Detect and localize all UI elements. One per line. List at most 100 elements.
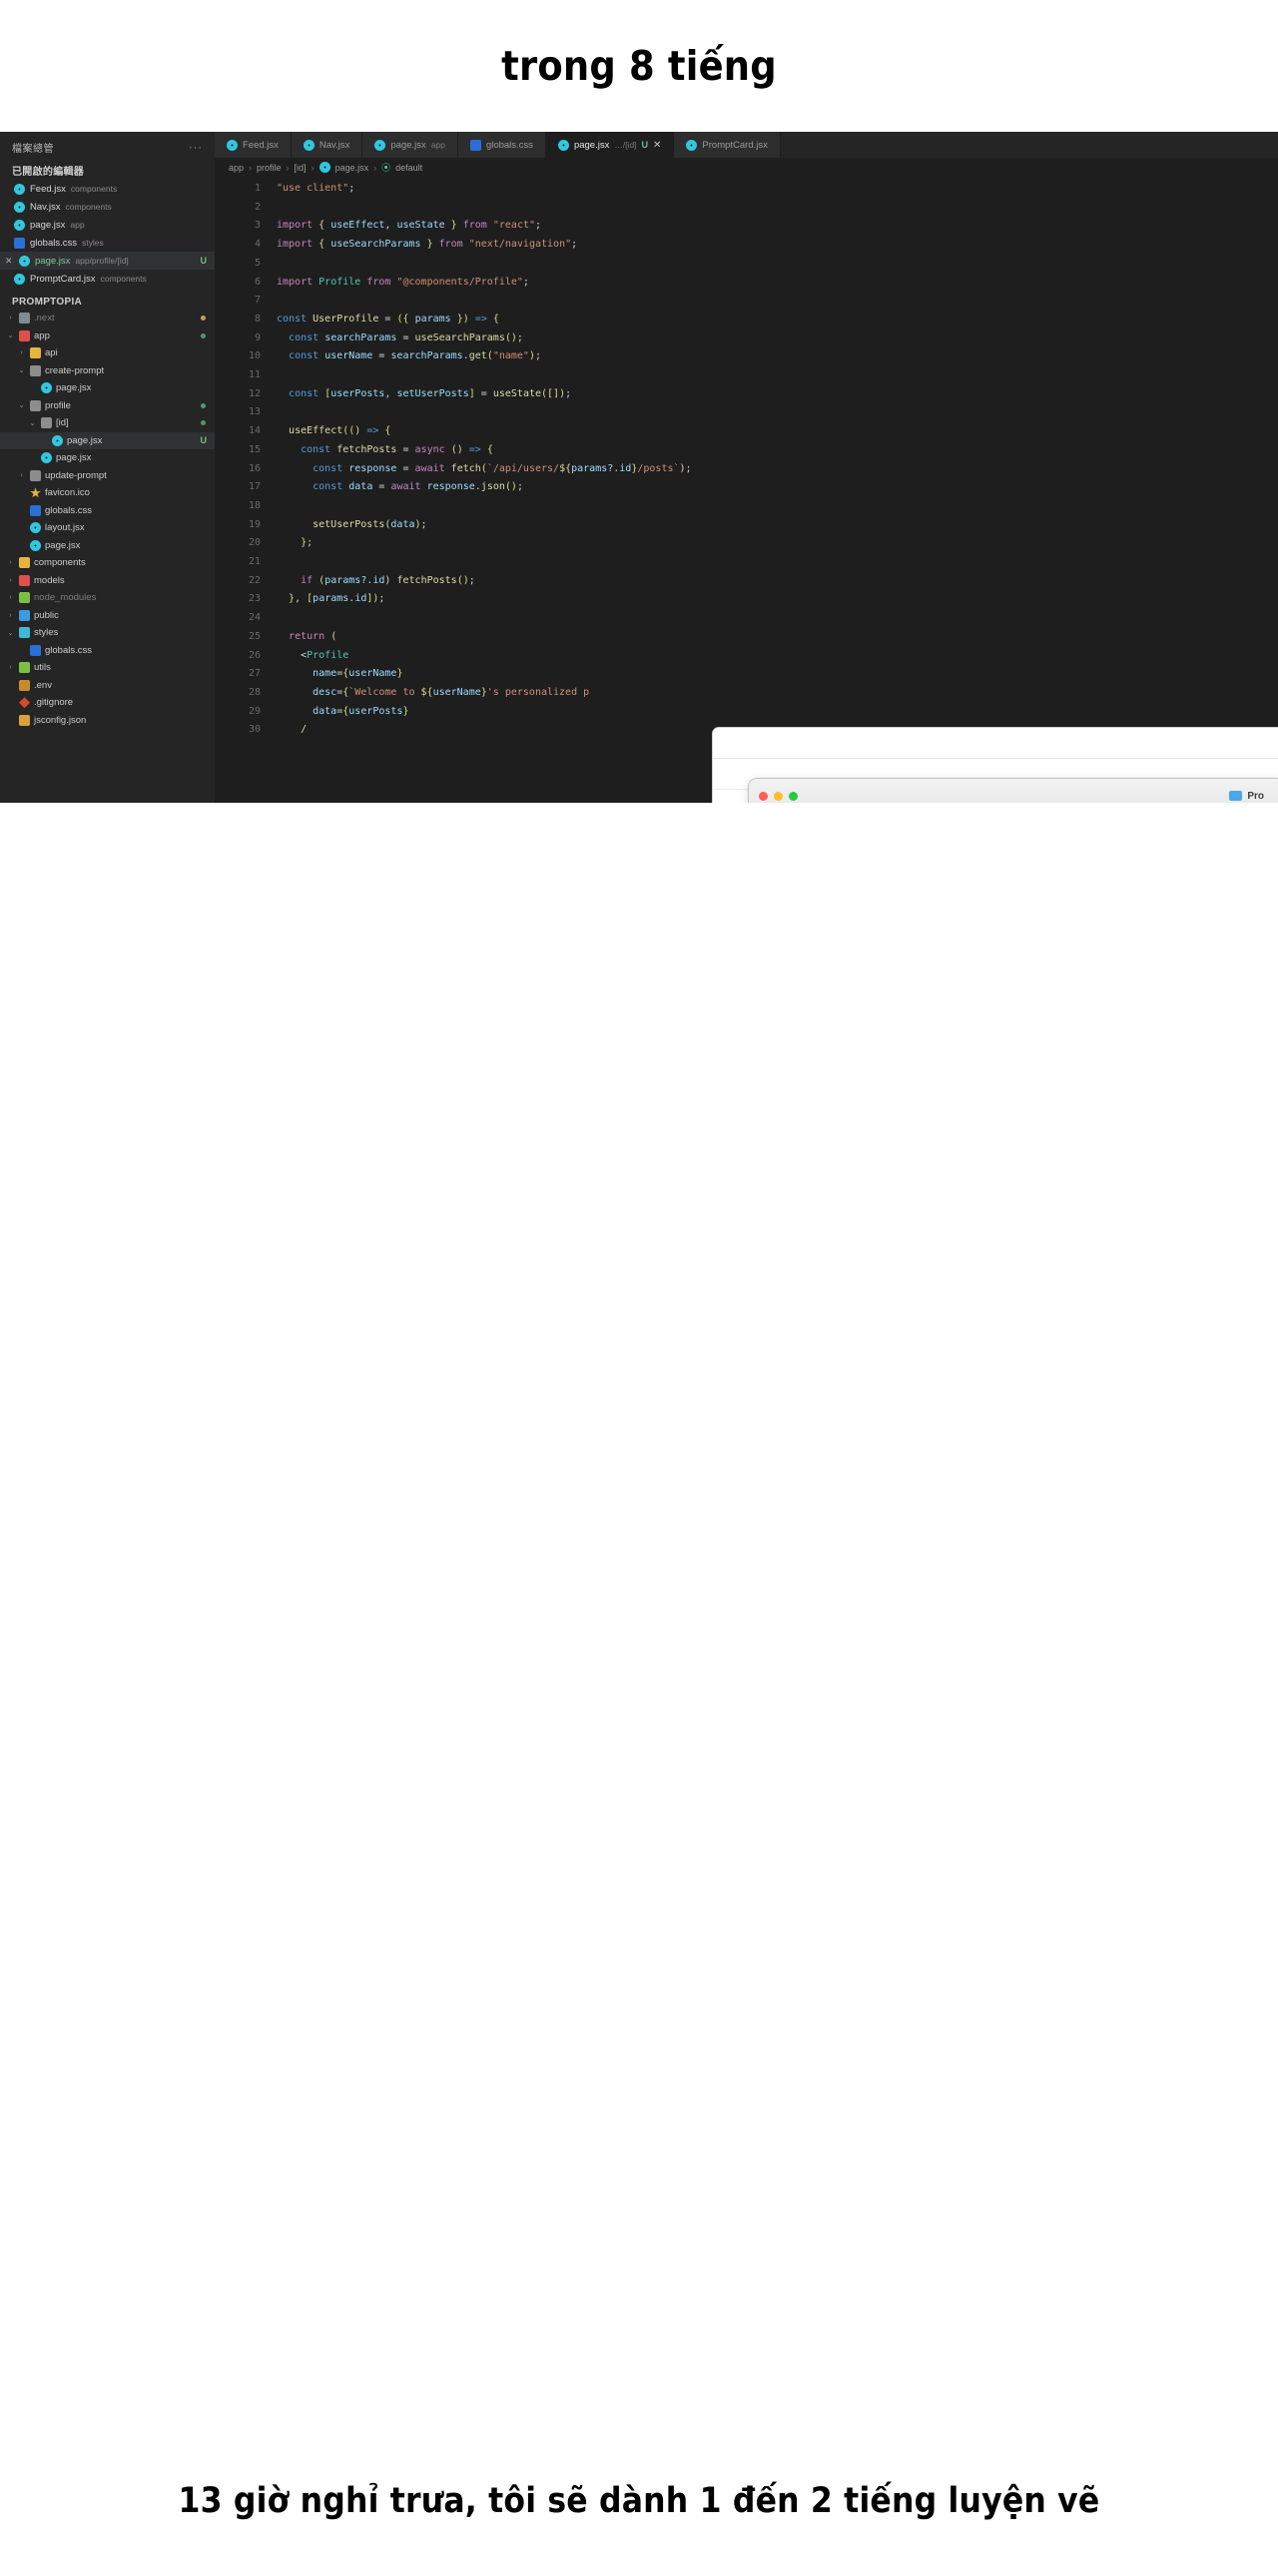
breadcrumb-segment-2[interactable]: [id] [295,163,307,173]
open-editor-item-5[interactable]: PromptCard.jsx components [0,270,215,288]
open-editor-item-2[interactable]: page.jsx app [0,216,215,234]
chevron-icon[interactable]: › [6,594,15,601]
tree-item-14[interactable]: › components [0,554,215,572]
tab-list[interactable]: Feed.jsx Nav.jsx page.jsx app globals.css pag… [215,132,781,158]
chevron-icon[interactable]: ⌄ [6,331,15,339]
code-text[interactable]: const data = await response.json(); [277,478,523,497]
zoom-button[interactable] [789,791,798,801]
breadcrumb-segment-4[interactable]: default [395,163,422,173]
chevron-icon[interactable]: ⌄ [17,401,26,409]
folder-red-icon [19,329,30,341]
code-text[interactable]: desc={`Welcome to ${userName}'s personal… [277,684,589,703]
code-text[interactable]: if (params?.id) fetchPosts(); [277,572,475,591]
open-editor-item-3[interactable]: globals.css styles [0,234,215,252]
breadcrumb-segment-3[interactable]: page.jsx [335,163,369,173]
code-text[interactable]: const fetchPosts = async () => { [277,441,493,460]
chevron-icon[interactable]: ⌄ [17,366,26,374]
chevron-icon[interactable]: ⌄ [28,419,37,427]
code-text[interactable]: return ( [277,628,336,647]
window-traffic-lights[interactable] [759,791,798,801]
repo-label[interactable]: Pro [1229,791,1264,802]
close-icon[interactable]: ✕ [653,140,661,151]
code-text[interactable]: import { useEffect, useState } from "rea… [277,217,541,236]
tree-item-6[interactable]: ⌄ [id] [0,414,215,432]
code-text[interactable]: const response = await fetch(`/api/users… [277,460,691,479]
open-editor-item-1[interactable]: Nav.jsx components [0,198,215,216]
code-text[interactable]: <Profile [277,647,348,666]
tree-item-19[interactable]: globals.css [0,642,215,660]
tree-item-7[interactable]: page.jsx U [0,431,215,449]
tree-item-2[interactable]: › api [0,344,215,362]
breadcrumb-separator: › [286,162,290,173]
editor-tab-5[interactable]: PromptCard.jsx [674,132,781,158]
code-text[interactable]: }, [params.id]); [277,590,384,609]
tree-item-21[interactable]: .env [0,677,215,695]
open-editor-item-4[interactable]: ✕ page.jsx app/profile/[id] U [0,252,215,270]
close-icon[interactable]: ✕ [5,256,14,267]
editor-tab-3[interactable]: globals.css [457,132,546,158]
breadcrumb[interactable]: app › profile › [id] › page.jsx › ⦿ default [215,158,1278,177]
tree-item-15[interactable]: › models [0,572,215,590]
tree-item-23[interactable]: jsconfig.json [0,712,215,730]
line-number: 3 [254,220,261,232]
fork-git-window[interactable]: Pro Commit Pull [749,779,1278,803]
tree-item-10[interactable]: favicon.ico [0,484,215,502]
code-editor[interactable]: 1 "use client"; 2 3 import { useEffect, useS… [215,177,1278,740]
tree-item-20[interactable]: › utils [0,659,215,677]
more-actions-icon[interactable]: ··· [189,142,203,154]
editor-tab-2[interactable]: page.jsx app [362,132,458,158]
browser-tab-strip[interactable] [713,728,1278,759]
code-text[interactable]: setUserPosts(data); [277,516,426,535]
tree-item-17[interactable]: › public [0,607,215,625]
chevron-icon[interactable]: › [6,664,15,671]
open-editors-title[interactable]: 已開啟的編輯器 [0,161,215,180]
tree-item-3[interactable]: ⌄ create-prompt [0,362,215,380]
line-number: 13 [248,406,261,418]
code-text[interactable]: data={userPosts} [277,703,408,722]
tree-item-16[interactable]: › node_modules [0,589,215,607]
fork-titlebar[interactable]: Pro [749,779,1278,803]
file-tree[interactable]: › .next ⌄ app › api ⌄ create-prompt page.jsx ⌄ pro… [0,310,215,729]
tree-item-22[interactable]: .gitignore [0,694,215,712]
code-text[interactable]: }; [277,534,313,553]
tree-item-13[interactable]: page.jsx [0,537,215,555]
breadcrumb-segment-0[interactable]: app [229,163,244,173]
tree-item-1[interactable]: ⌄ app [0,327,215,345]
chevron-icon[interactable]: › [17,349,26,356]
open-editor-item-0[interactable]: Feed.jsx components [0,180,215,198]
tree-item-5[interactable]: ⌄ profile [0,397,215,415]
breadcrumb-segment-1[interactable]: profile [257,163,282,173]
code-text[interactable]: const userName = searchParams.get("name"… [277,347,541,366]
tree-item-0[interactable]: › .next [0,310,215,327]
code-text[interactable]: import Profile from "@components/Profile… [277,274,529,293]
code-text[interactable]: / [277,721,307,740]
code-text[interactable]: "use client"; [277,180,354,199]
tree-item-11[interactable]: globals.css [0,502,215,520]
code-text[interactable]: import { useSearchParams } from "next/na… [277,236,577,255]
code-text[interactable]: useEffect(() => { [277,422,390,441]
chevron-icon[interactable]: › [6,559,15,566]
code-text[interactable]: const UserProfile = ({ params }) => { [277,311,499,329]
vscode-sidebar[interactable]: 檔案總管 ··· 已開啟的編輯器 Feed.jsx components Nav.j… [0,132,215,803]
tree-item-18[interactable]: ⌄ styles [0,624,215,642]
editor-tab-0[interactable]: Feed.jsx [215,132,292,158]
project-title[interactable]: PROMPTOPIA [0,288,215,310]
chevron-icon[interactable]: › [17,472,26,479]
tree-item-4[interactable]: page.jsx [0,379,215,397]
editor-tab-1[interactable]: Nav.jsx [291,132,363,158]
editor-tab-bar[interactable]: Feed.jsx Nav.jsx page.jsx app globals.css pag… [215,132,1278,158]
editor-tab-4[interactable]: page.jsx …/[id] U ✕ [545,132,675,158]
code-text[interactable]: const [userPosts, setUserPosts] = useSta… [277,385,571,404]
minimize-button[interactable] [774,791,783,801]
chevron-icon[interactable]: › [6,612,15,619]
code-text[interactable]: name={userName} [277,665,402,684]
code-text[interactable]: const searchParams = useSearchParams(); [277,329,523,348]
chevron-icon[interactable]: › [6,315,15,322]
open-editors-list[interactable]: Feed.jsx components Nav.jsx components page.… [0,180,215,288]
tree-item-8[interactable]: page.jsx [0,449,215,467]
close-button[interactable] [759,791,768,801]
chevron-icon[interactable]: › [6,577,15,584]
tree-item-12[interactable]: layout.jsx [0,519,215,537]
chevron-icon[interactable]: ⌄ [6,629,15,637]
tree-item-9[interactable]: › update-prompt [0,467,215,485]
